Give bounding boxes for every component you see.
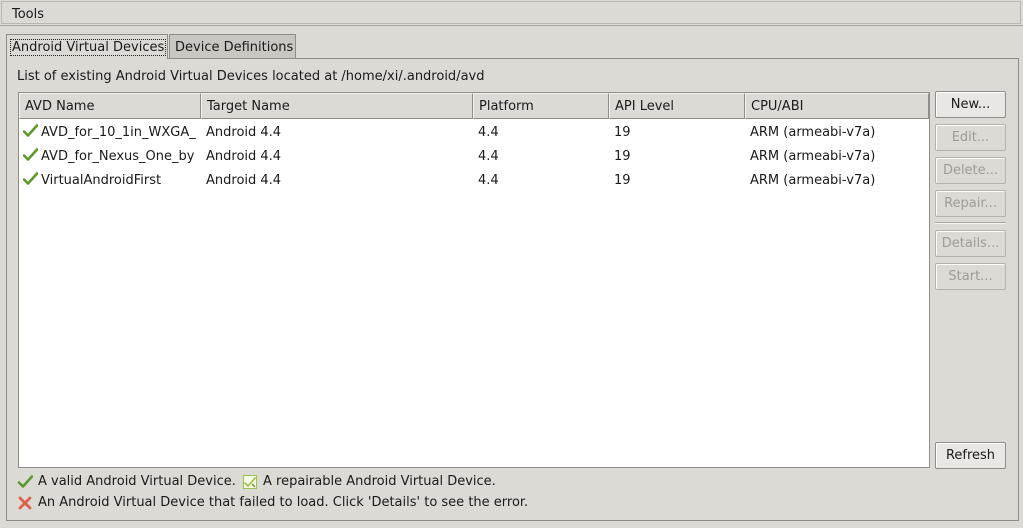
- cell-api-level: 19: [614, 173, 631, 188]
- legend-valid-text: A valid Android Virtual Device.: [38, 474, 236, 489]
- tab-label: Android Virtual Devices: [9, 39, 167, 56]
- cell-api-level: 19: [614, 125, 631, 140]
- button-separator: [935, 222, 1006, 224]
- cell-cpu-abi: ARM (armeabi-v7a): [750, 125, 876, 140]
- column-header-api-level[interactable]: API Level: [609, 93, 745, 119]
- repair-icon: [243, 475, 257, 489]
- cell-avd-name: AVD_for_Nexus_One_by: [41, 149, 195, 164]
- legend-failed: An Android Virtual Device that failed to…: [17, 494, 617, 512]
- cell-platform: 4.4: [478, 173, 499, 188]
- legend-valid-repairable: A valid Android Virtual Device. A repair…: [17, 473, 617, 491]
- menu-bar-inner: Tools: [1, 1, 1021, 24]
- cell-avd-name: VirtualAndroidFirst: [41, 173, 162, 188]
- avd-location-caption: List of existing Android Virtual Devices…: [17, 69, 485, 84]
- check-icon: [23, 172, 38, 185]
- cell-target-name: Android 4.4: [206, 173, 282, 188]
- table-row[interactable]: AVD_for_10_1in_WXGA_ Android 4.4 4.4 19 …: [19, 120, 929, 144]
- cell-platform: 4.4: [478, 149, 499, 164]
- table-header: AVD Name Target Name Platform API Level …: [19, 93, 929, 119]
- column-header-cpu-abi[interactable]: CPU/ABI: [745, 93, 929, 119]
- new-button[interactable]: New...: [935, 91, 1006, 118]
- legend-failed-text: An Android Virtual Device that failed to…: [38, 495, 529, 510]
- cell-cpu-abi: ARM (armeabi-v7a): [750, 149, 876, 164]
- details-button[interactable]: Details...: [935, 230, 1006, 257]
- cell-platform: 4.4: [478, 125, 499, 140]
- error-x-icon: [18, 496, 32, 510]
- tab-android-virtual-devices[interactable]: Android Virtual Devices: [6, 34, 168, 59]
- cell-avd-name: AVD_for_10_1in_WXGA_: [41, 125, 196, 140]
- tab-device-definitions[interactable]: Device Definitions: [169, 34, 296, 58]
- column-header-platform[interactable]: Platform: [473, 93, 609, 119]
- menu-tools[interactable]: Tools: [12, 7, 44, 22]
- cell-api-level: 19: [614, 149, 631, 164]
- avd-panel: List of existing Android Virtual Devices…: [6, 58, 1019, 521]
- cell-cpu-abi: ARM (armeabi-v7a): [750, 173, 876, 188]
- legend-repairable-text: A repairable Android Virtual Device.: [263, 474, 496, 489]
- start-button[interactable]: Start...: [935, 263, 1006, 290]
- table-row[interactable]: VirtualAndroidFirst Android 4.4 4.4 19 A…: [19, 168, 929, 192]
- avd-table[interactable]: AVD Name Target Name Platform API Level …: [18, 92, 930, 468]
- column-header-avd-name[interactable]: AVD Name: [19, 93, 201, 119]
- tab-label: Device Definitions: [175, 40, 294, 55]
- refresh-button[interactable]: Refresh: [935, 442, 1006, 469]
- menu-bar: Tools: [0, 0, 1023, 26]
- cell-target-name: Android 4.4: [206, 149, 282, 164]
- column-header-target-name[interactable]: Target Name: [201, 93, 473, 119]
- avd-manager-window: Tools Android Virtual Devices Device Def…: [0, 0, 1023, 528]
- check-icon: [23, 148, 38, 161]
- repair-button[interactable]: Repair...: [935, 190, 1006, 217]
- edit-button[interactable]: Edit...: [935, 124, 1006, 151]
- check-icon: [17, 475, 33, 488]
- check-icon: [23, 124, 38, 137]
- cell-target-name: Android 4.4: [206, 125, 282, 140]
- delete-button[interactable]: Delete...: [935, 157, 1006, 184]
- table-row[interactable]: AVD_for_Nexus_One_by Android 4.4 4.4 19 …: [19, 144, 929, 168]
